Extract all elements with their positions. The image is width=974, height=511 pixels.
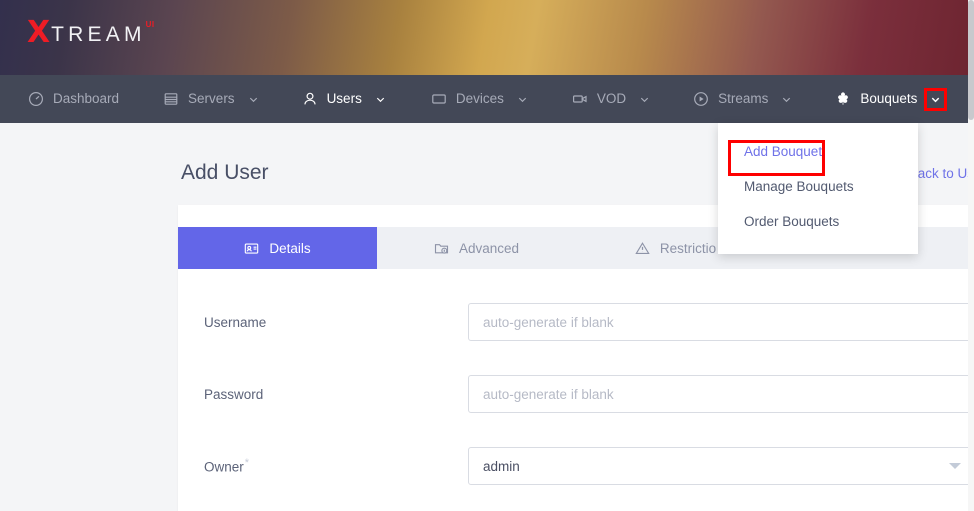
nav-item-vod[interactable]: VOD	[572, 75, 651, 123]
label-username: Username	[204, 314, 267, 330]
gauge-icon	[28, 91, 44, 107]
user-icon	[302, 91, 318, 107]
page-scrollbar-thumb[interactable]	[968, 0, 974, 120]
nav-label-bouquets: Bouquets	[860, 91, 918, 107]
chevron-down-icon[interactable]	[780, 93, 793, 106]
nav-label-vod: VOD	[596, 91, 627, 107]
folder-info-icon	[434, 241, 449, 256]
label-owner-text: Owner	[204, 459, 244, 475]
server-icon	[163, 91, 179, 107]
tab-details[interactable]: Details	[178, 227, 377, 269]
nav-label-users: Users	[326, 91, 362, 107]
nav-label-servers: Servers	[188, 91, 235, 107]
tab-advanced[interactable]: Advanced	[377, 227, 576, 269]
brand-banner: X TREAM UI	[0, 0, 968, 75]
play-circle-icon	[693, 91, 709, 107]
id-card-icon	[244, 241, 259, 256]
monitor-icon	[431, 91, 447, 107]
chevron-down-icon[interactable]	[247, 93, 260, 106]
chevron-down-icon[interactable]	[516, 93, 529, 106]
control-owner: admin	[468, 447, 974, 485]
form-row-owner: Owner* admin	[178, 443, 974, 489]
warning-triangle-icon	[635, 241, 650, 256]
control-username	[468, 303, 974, 341]
nav-item-users[interactable]: Users	[302, 75, 387, 123]
chevron-down-icon[interactable]	[638, 93, 651, 106]
label-owner: Owner*	[178, 457, 468, 475]
tab-label-restrictions: Restrictio	[659, 240, 717, 256]
logo-superscript: UI	[145, 20, 155, 29]
dropdown-item-add-bouquet[interactable]: Add Bouquet	[718, 135, 918, 170]
tab-label-details: Details	[269, 240, 311, 256]
username-input[interactable]	[468, 303, 974, 341]
nav-label-devices: Devices	[455, 91, 504, 107]
nav-item-dashboard[interactable]: Dashboard	[28, 75, 119, 123]
required-marker: *	[244, 457, 250, 470]
form-row-password: Password	[178, 371, 974, 417]
label-password: Password	[204, 386, 264, 402]
nav-label-dashboard: Dashboard	[53, 91, 120, 107]
nav-item-devices[interactable]: Devices	[431, 75, 529, 123]
chevron-down-icon[interactable]	[924, 87, 948, 111]
bouquets-dropdown-menu: Add Bouquet Manage Bouquets Order Bouque…	[718, 123, 918, 254]
page-title: Add User	[181, 161, 269, 184]
user-details-form: Username Password Owner*	[178, 269, 974, 489]
nav-item-bouquets[interactable]: Bouquets	[835, 75, 948, 123]
control-password	[468, 375, 974, 413]
nav-item-streams[interactable]: Streams	[693, 75, 793, 123]
dropdown-item-order-bouquets[interactable]: Order Bouquets	[718, 205, 918, 240]
xtream-logo[interactable]: X TREAM UI	[27, 18, 155, 48]
password-input[interactable]	[468, 375, 974, 413]
logo-x-mark: X	[27, 15, 50, 50]
nav-item-servers[interactable]: Servers	[163, 75, 260, 123]
logo-wordmark: TREAM	[51, 23, 146, 46]
chevron-down-icon[interactable]	[374, 93, 387, 106]
tab-label-advanced: Advanced	[458, 240, 520, 256]
flower-icon	[835, 91, 851, 107]
back-to-users-link[interactable]: Back to Us	[909, 166, 974, 181]
video-camera-icon	[572, 91, 588, 107]
main-navigation: Dashboard Servers Users Devices VOD Stre…	[0, 75, 968, 123]
nav-label-streams: Streams	[718, 91, 769, 107]
form-row-username: Username	[178, 299, 974, 345]
owner-select[interactable]: admin	[468, 447, 974, 485]
app-root: X TREAM UI Dashboard Servers Users Devic…	[0, 0, 974, 511]
dropdown-item-manage-bouquets[interactable]: Manage Bouquets	[718, 170, 918, 205]
